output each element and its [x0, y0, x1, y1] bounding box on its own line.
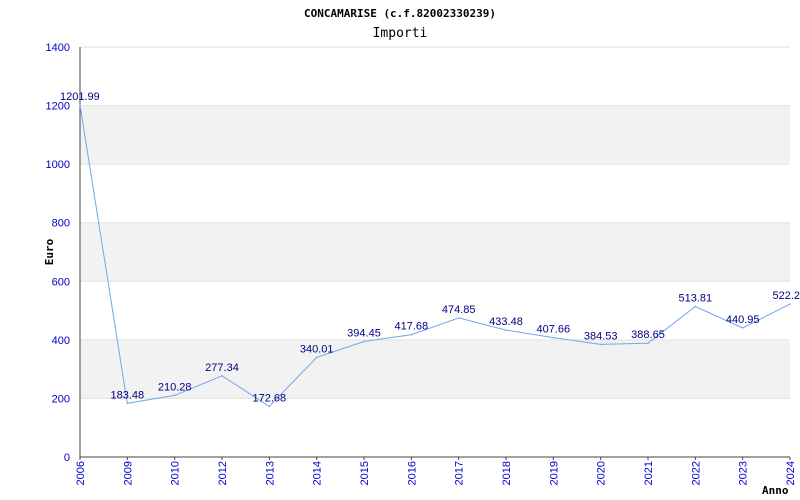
x-tick-label: 2014	[312, 461, 324, 485]
grid-band	[80, 222, 790, 282]
line-chart: CONCAMARISE (c.f.82002330239) Importi Eu…	[43, 7, 800, 497]
y-tick-label: 200	[52, 393, 70, 405]
x-tick-label: 2019	[548, 461, 560, 485]
data-point	[694, 305, 697, 308]
data-label: 474.85	[442, 304, 476, 316]
data-label: 433.48	[489, 316, 523, 328]
data-label: 417.68	[395, 321, 429, 333]
x-tick-label: 2015	[359, 461, 371, 485]
y-tick-label: 1400	[46, 42, 70, 54]
y-tick-label: 0	[64, 452, 70, 464]
data-label: 407.66	[537, 324, 571, 336]
x-tick-labels: 2006 2009 2010 2012 2013 2014 2015 2016 2017 2018…	[75, 457, 797, 485]
data-point	[552, 336, 555, 339]
data-point	[741, 327, 744, 329]
x-tick-label: 2022	[690, 461, 702, 485]
y-tick-label: 1000	[46, 159, 70, 171]
y-tick-label: 400	[52, 335, 70, 347]
data-point	[173, 394, 176, 397]
data-label: 440.95	[726, 314, 760, 326]
x-tick-label: 2016	[406, 461, 418, 485]
y-tick-label: 600	[52, 276, 70, 288]
data-point	[410, 333, 413, 336]
x-tick-label: 2023	[738, 461, 750, 485]
x-tick-label: 2021	[643, 461, 655, 485]
grid-band	[80, 105, 790, 165]
chart-title: CONCAMARISE (c.f.82002330239)	[304, 7, 496, 20]
y-axis-title: Euro	[43, 238, 56, 265]
x-tick-label: 2020	[596, 461, 608, 485]
data-label: 1201.99	[60, 91, 100, 103]
x-tick-label: 2006	[75, 461, 87, 485]
data-point	[363, 340, 365, 343]
data-label: 183.48	[111, 389, 145, 401]
x-tick-label: 2009	[122, 461, 134, 485]
data-label: 210.28	[158, 381, 192, 393]
x-tick-label: 2010	[170, 461, 182, 485]
data-label: 522.2	[772, 290, 800, 302]
x-tick-label: 2018	[501, 461, 513, 485]
data-point	[79, 104, 81, 106]
data-point	[221, 374, 223, 377]
y-tick-label: 800	[52, 218, 70, 230]
x-tick-label: 2013	[264, 461, 276, 485]
data-point	[505, 329, 507, 331]
x-tick-label: 2024	[785, 461, 797, 485]
grid-bands	[80, 105, 790, 399]
data-point	[599, 343, 602, 346]
data-label: 172.68	[253, 392, 287, 404]
data-point	[268, 405, 271, 408]
chart-subtitle: Importi	[373, 26, 428, 41]
x-tick-label: 2017	[454, 461, 466, 485]
data-point	[315, 356, 318, 359]
data-label: 513.81	[679, 293, 713, 305]
data-label: 388.65	[631, 329, 665, 341]
data-point	[647, 342, 649, 344]
data-label: 394.45	[347, 327, 381, 339]
data-point	[789, 303, 791, 305]
data-point	[457, 317, 460, 319]
x-tick-label: 2012	[217, 461, 229, 485]
data-label: 277.34	[205, 362, 239, 374]
data-label: 384.53	[584, 330, 618, 342]
data-point	[126, 402, 129, 405]
data-label: 340.01	[300, 343, 334, 355]
